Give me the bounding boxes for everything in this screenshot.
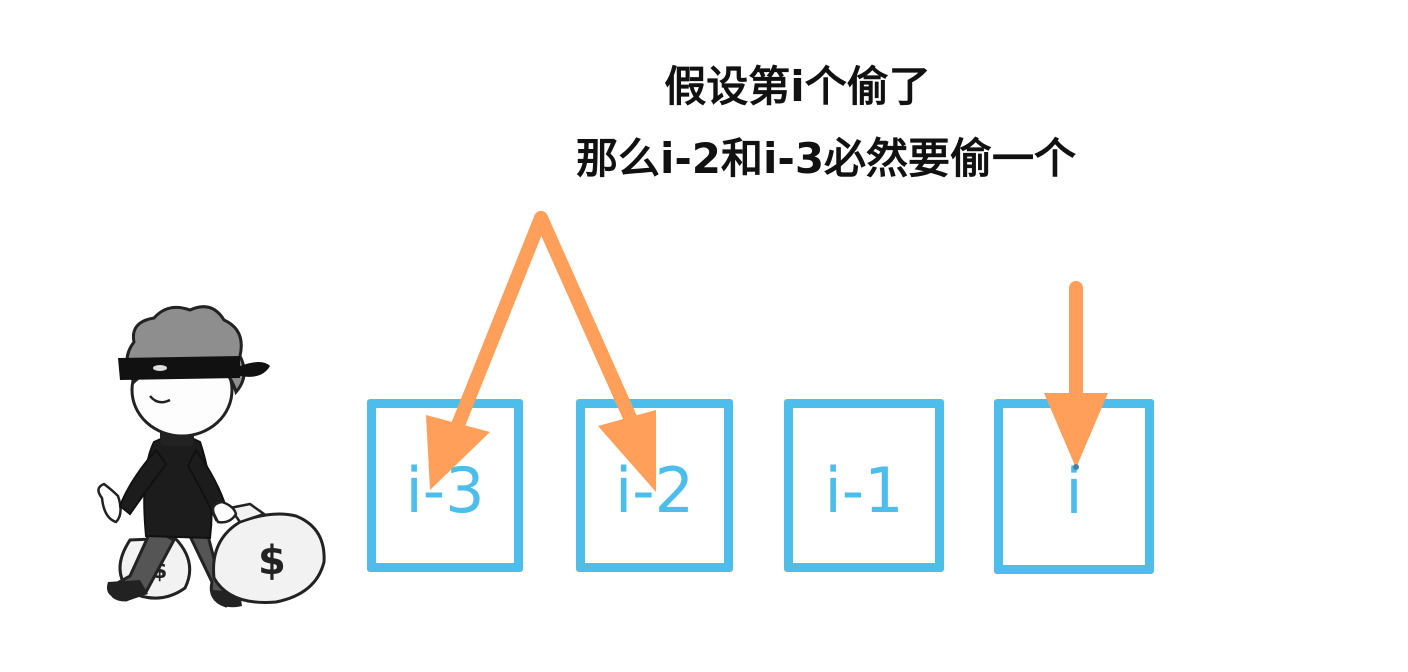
arrow-to-i-3-shaft (445, 211, 548, 447)
front-bag-dollar: $ (258, 538, 286, 584)
arrow-to-i-3-head (426, 415, 490, 490)
arrow-to-i-2-head (598, 410, 656, 492)
thief-with-money-bags-icon: $ $ (97, 305, 326, 608)
arrow-to-i-2-shaft (534, 211, 647, 447)
arrow-tip-dot (1073, 464, 1079, 470)
arrow-to-i-head (1044, 393, 1108, 468)
